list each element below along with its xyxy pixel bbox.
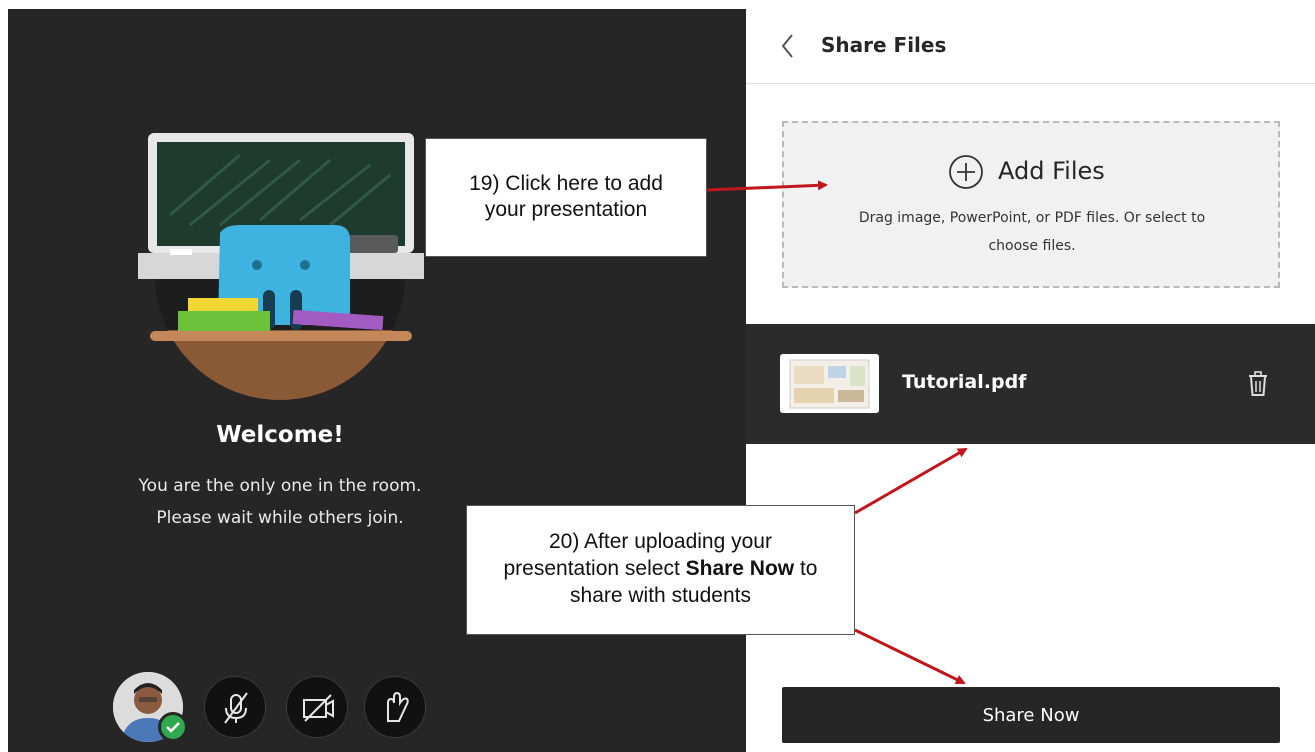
arrow-to-dropzone: [706, 180, 828, 192]
arrow-to-file: [854, 447, 968, 515]
arrow-to-share-button: [854, 628, 966, 685]
annotation-arrows: [706, 180, 968, 685]
